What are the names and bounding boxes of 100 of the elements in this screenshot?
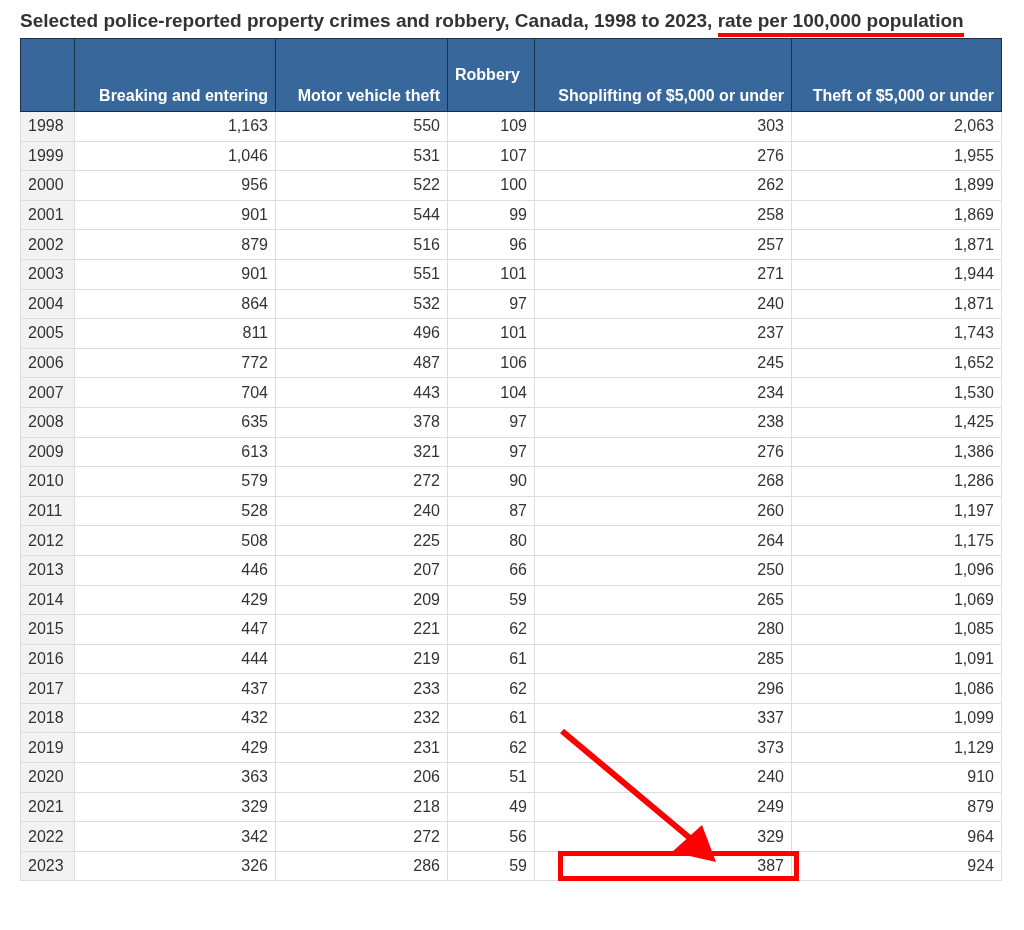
year-cell: 2022 [28, 827, 64, 845]
table-cell: 901 [241, 265, 268, 283]
year-cell: 2010 [28, 472, 64, 490]
year-cell: 2018 [28, 709, 64, 727]
table-cell: 260 [757, 502, 784, 519]
table-cell: 363 [241, 768, 268, 786]
table-cell: 1,386 [953, 442, 994, 460]
table-cell: 106 [500, 354, 527, 372]
table-cell: 90 [509, 472, 527, 490]
year-cell: 2008 [28, 413, 64, 431]
table-cell: 97 [509, 294, 527, 312]
year-cell: 2012 [28, 531, 64, 549]
table-cell: 1,652 [953, 354, 994, 372]
table-cell: 258 [757, 206, 784, 224]
table-cell: 107 [500, 146, 527, 164]
table-cell: 444 [241, 650, 268, 667]
table-cell: 100 [500, 176, 527, 194]
table-cell: 447 [241, 620, 268, 638]
table-cell: 437 [241, 679, 268, 697]
table-cell: 61 [509, 709, 527, 727]
table-cell: 62 [509, 679, 527, 697]
table-cell: 1,286 [953, 472, 994, 490]
table-cell: 910 [967, 768, 994, 786]
table-cell: 579 [241, 472, 268, 490]
table-cell: 1,175 [953, 531, 994, 549]
table-cell: 207 [413, 561, 440, 579]
year-cell: 2014 [28, 590, 64, 608]
table-cell: 964 [967, 827, 994, 845]
table-cell: 704 [241, 383, 268, 401]
year-cell: 2003 [28, 265, 64, 283]
table-cell: 206 [413, 768, 440, 786]
table-cell: 240 [757, 294, 784, 312]
table-cell: 265 [757, 590, 784, 608]
table-cell: 544 [413, 206, 440, 224]
table-cell: 286 [413, 857, 440, 875]
table-cell: 1,871 [953, 294, 994, 312]
table-cell: 250 [757, 561, 784, 579]
table-cell: 264 [757, 531, 784, 549]
table-cell: 487 [413, 354, 440, 372]
table-cell: 1,069 [953, 590, 994, 608]
table-cell: 429 [241, 738, 268, 756]
table-cell: 66 [509, 561, 527, 579]
table-cell: 225 [413, 531, 440, 549]
table-cell: 496 [413, 324, 440, 342]
table-cell: 240 [413, 502, 440, 519]
column-header: Robbery [447, 38, 535, 112]
table-cell: 329 [241, 797, 268, 815]
table-cell: 373 [757, 738, 784, 756]
table-cell: 249 [757, 797, 784, 815]
table-cell: 219 [413, 650, 440, 667]
table-cell: 1,085 [953, 620, 994, 638]
year-cell: 2005 [28, 324, 64, 342]
table-cell: 296 [757, 679, 784, 697]
table-cell: 97 [509, 413, 527, 431]
table-cell: 97 [509, 442, 527, 460]
column-header: Theft of $5,000 or under [791, 38, 1002, 112]
table-cell: 232 [413, 709, 440, 727]
table-cell: 104 [500, 383, 527, 401]
table-cell: 879 [241, 235, 268, 253]
table-cell: 1,046 [227, 146, 268, 164]
table-cell: 613 [241, 442, 268, 460]
table-cell: 209 [413, 590, 440, 608]
table-cell: 272 [413, 827, 440, 845]
year-cell: 2004 [28, 294, 64, 312]
table-cell: 238 [757, 413, 784, 431]
year-cell: 2007 [28, 383, 64, 401]
table-cell: 1,871 [953, 235, 994, 253]
table-cell: 62 [509, 620, 527, 638]
table-cell: 1,425 [953, 413, 994, 431]
table-cell: 231 [413, 738, 440, 756]
table-cell: 101 [500, 265, 527, 283]
table-cell: 280 [757, 620, 784, 638]
year-cell: 2009 [28, 442, 64, 460]
table-cell: 811 [242, 324, 268, 342]
table-cell: 1,944 [953, 265, 994, 283]
year-cell: 2020 [28, 768, 64, 786]
table-cell: 326 [241, 857, 268, 875]
table-cell: 342 [241, 827, 268, 845]
table-cell: 234 [757, 383, 784, 401]
table-cell: 276 [757, 146, 784, 164]
table-cell: 1,129 [953, 738, 994, 756]
table-cell: 446 [241, 561, 268, 579]
year-cell: 2001 [28, 206, 64, 224]
year-cell: 1998 [28, 117, 64, 135]
table-cell: 276 [757, 442, 784, 460]
table-cell: 218 [413, 797, 440, 815]
table-cell: 80 [509, 531, 527, 549]
table-cell: 51 [509, 768, 527, 786]
table-cell: 508 [241, 531, 268, 549]
table-cell: 864 [241, 294, 268, 312]
table-cell: 1,197 [953, 502, 994, 519]
table-cell: 1,096 [953, 561, 994, 579]
table-cell: 233 [413, 679, 440, 697]
table-cell: 87 [509, 502, 527, 519]
table-cell: 443 [413, 383, 440, 401]
year-cell: 2021 [28, 797, 64, 815]
table-cell: 262 [757, 176, 784, 194]
table-cell: 432 [241, 709, 268, 727]
table-cell: 285 [757, 650, 784, 667]
table-cell: 59 [509, 590, 527, 608]
